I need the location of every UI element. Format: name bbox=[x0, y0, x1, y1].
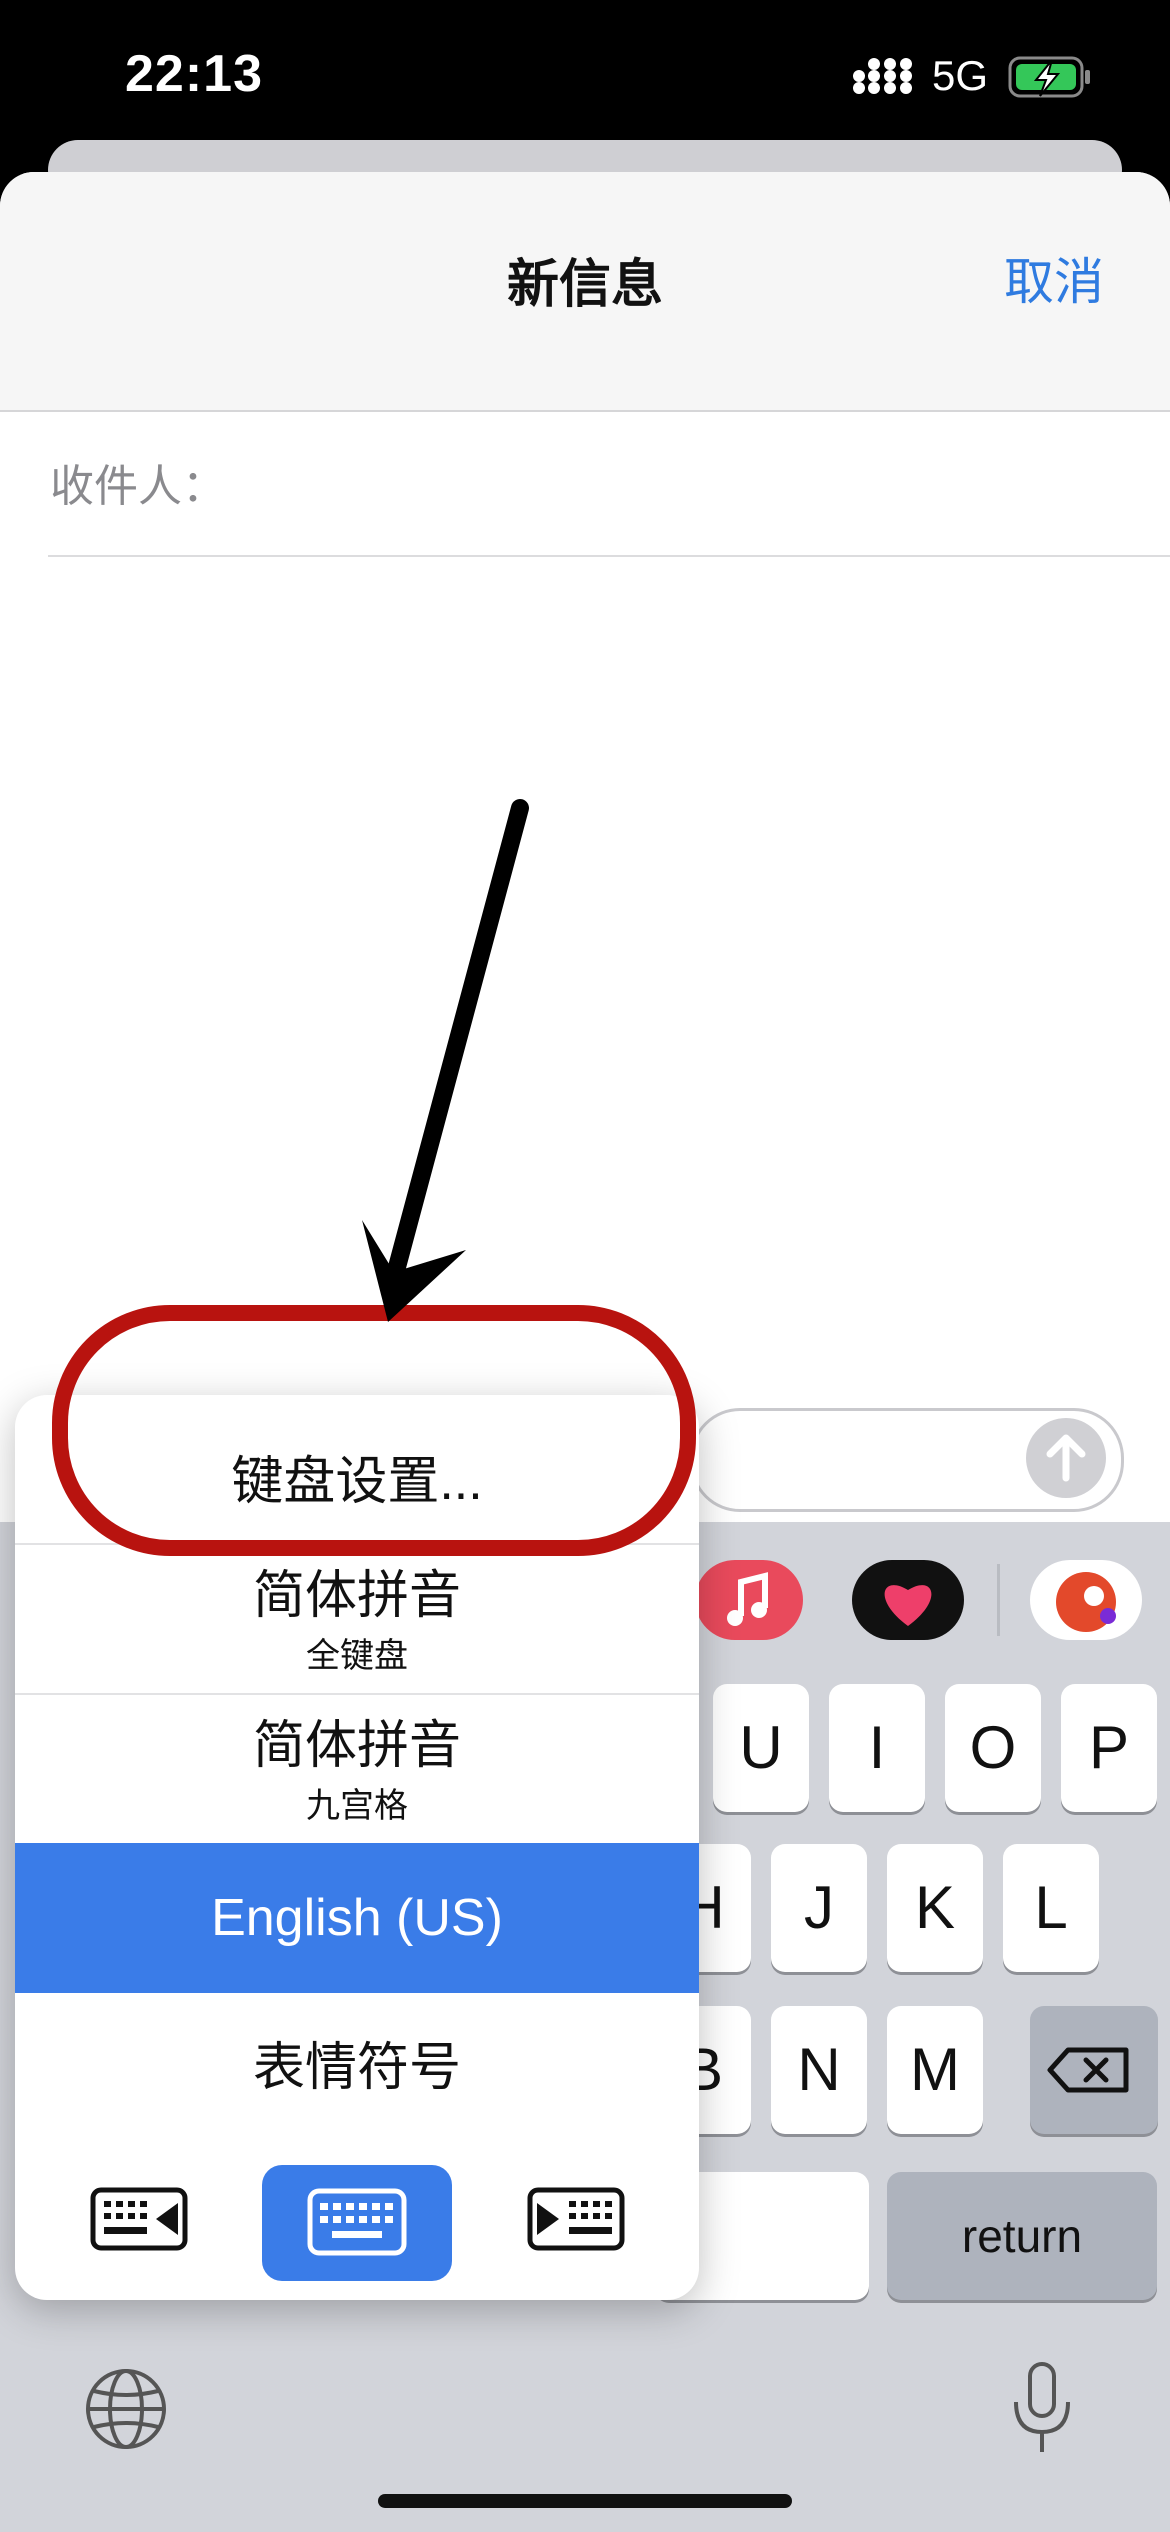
send-arrow-icon bbox=[1046, 1434, 1086, 1482]
key-m[interactable]: M bbox=[887, 2006, 983, 2134]
menu-item-label: 简体拼音 bbox=[252, 1567, 461, 1625]
key-o[interactable]: O bbox=[945, 1684, 1041, 1812]
status-time: 22:13 bbox=[125, 45, 263, 103]
navigation-bar: 新信息 取消 bbox=[0, 172, 1170, 412]
heart-app-icon bbox=[884, 1585, 932, 1626]
page-title: 新信息 bbox=[506, 256, 663, 314]
menu-item-emoji[interactable]: 表情符号 bbox=[15, 1993, 699, 2143]
globe-icon[interactable] bbox=[84, 2367, 168, 2451]
keyboard-right-icon[interactable] bbox=[527, 2185, 627, 2255]
status-bar: 22:13 5G bbox=[0, 0, 1170, 150]
keyboard-settings-item[interactable]: 键盘设置... bbox=[15, 1439, 699, 1514]
return-key[interactable]: return bbox=[887, 2172, 1157, 2300]
keyboard-left-icon[interactable] bbox=[90, 2185, 190, 2255]
delete-icon bbox=[1047, 2047, 1129, 2093]
keyboard-switcher-menu: 键盘设置... 简体拼音 全键盘 简体拼音 九宫格 English (US) 表… bbox=[15, 1395, 699, 2300]
key-k[interactable]: K bbox=[887, 1844, 983, 1972]
key-i[interactable]: I bbox=[829, 1684, 925, 1812]
key-n[interactable]: N bbox=[771, 2006, 867, 2134]
recipient-divider bbox=[48, 555, 1170, 557]
bird-app-icon bbox=[1056, 1572, 1116, 1632]
menu-divider bbox=[15, 1693, 699, 1695]
network-type: 5G bbox=[932, 52, 989, 99]
recipient-label: 收件人： bbox=[50, 462, 226, 511]
signal-icon bbox=[853, 58, 912, 94]
keyboard-full-icon bbox=[307, 2188, 407, 2256]
music-app-button[interactable] bbox=[695, 1560, 803, 1640]
key-u[interactable]: U bbox=[713, 1684, 809, 1812]
keyboard-full-button[interactable] bbox=[262, 2165, 452, 2281]
menu-divider bbox=[15, 1543, 699, 1545]
cancel-button[interactable]: 取消 bbox=[1004, 242, 1104, 314]
key-l[interactable]: L bbox=[1003, 1844, 1099, 1972]
send-button[interactable] bbox=[1026, 1418, 1106, 1498]
menu-item-sublabel: 全键盘 bbox=[306, 1637, 408, 1675]
microphone-icon[interactable] bbox=[1006, 2360, 1078, 2460]
battery-charging-icon bbox=[1008, 56, 1090, 98]
heart-app-button[interactable] bbox=[852, 1560, 964, 1640]
key-j[interactable]: J bbox=[771, 1844, 867, 1972]
menu-item-sublabel: 九宫格 bbox=[306, 1787, 408, 1825]
key-p[interactable]: P bbox=[1061, 1684, 1157, 1812]
menu-item-label: 简体拼音 bbox=[252, 1717, 461, 1775]
menu-item-pinyin-full[interactable]: 简体拼音 全键盘 bbox=[15, 1553, 699, 1693]
menu-item-english-selected[interactable]: English (US) bbox=[15, 1843, 699, 1993]
music-app-icon bbox=[727, 1572, 768, 1626]
bird-app-button[interactable] bbox=[1030, 1560, 1142, 1640]
delete-key[interactable] bbox=[1030, 2006, 1158, 2134]
home-indicator bbox=[378, 2494, 792, 2508]
app-row-divider bbox=[997, 1564, 1000, 1636]
menu-item-pinyin-nine[interactable]: 简体拼音 九宫格 bbox=[15, 1703, 699, 1843]
